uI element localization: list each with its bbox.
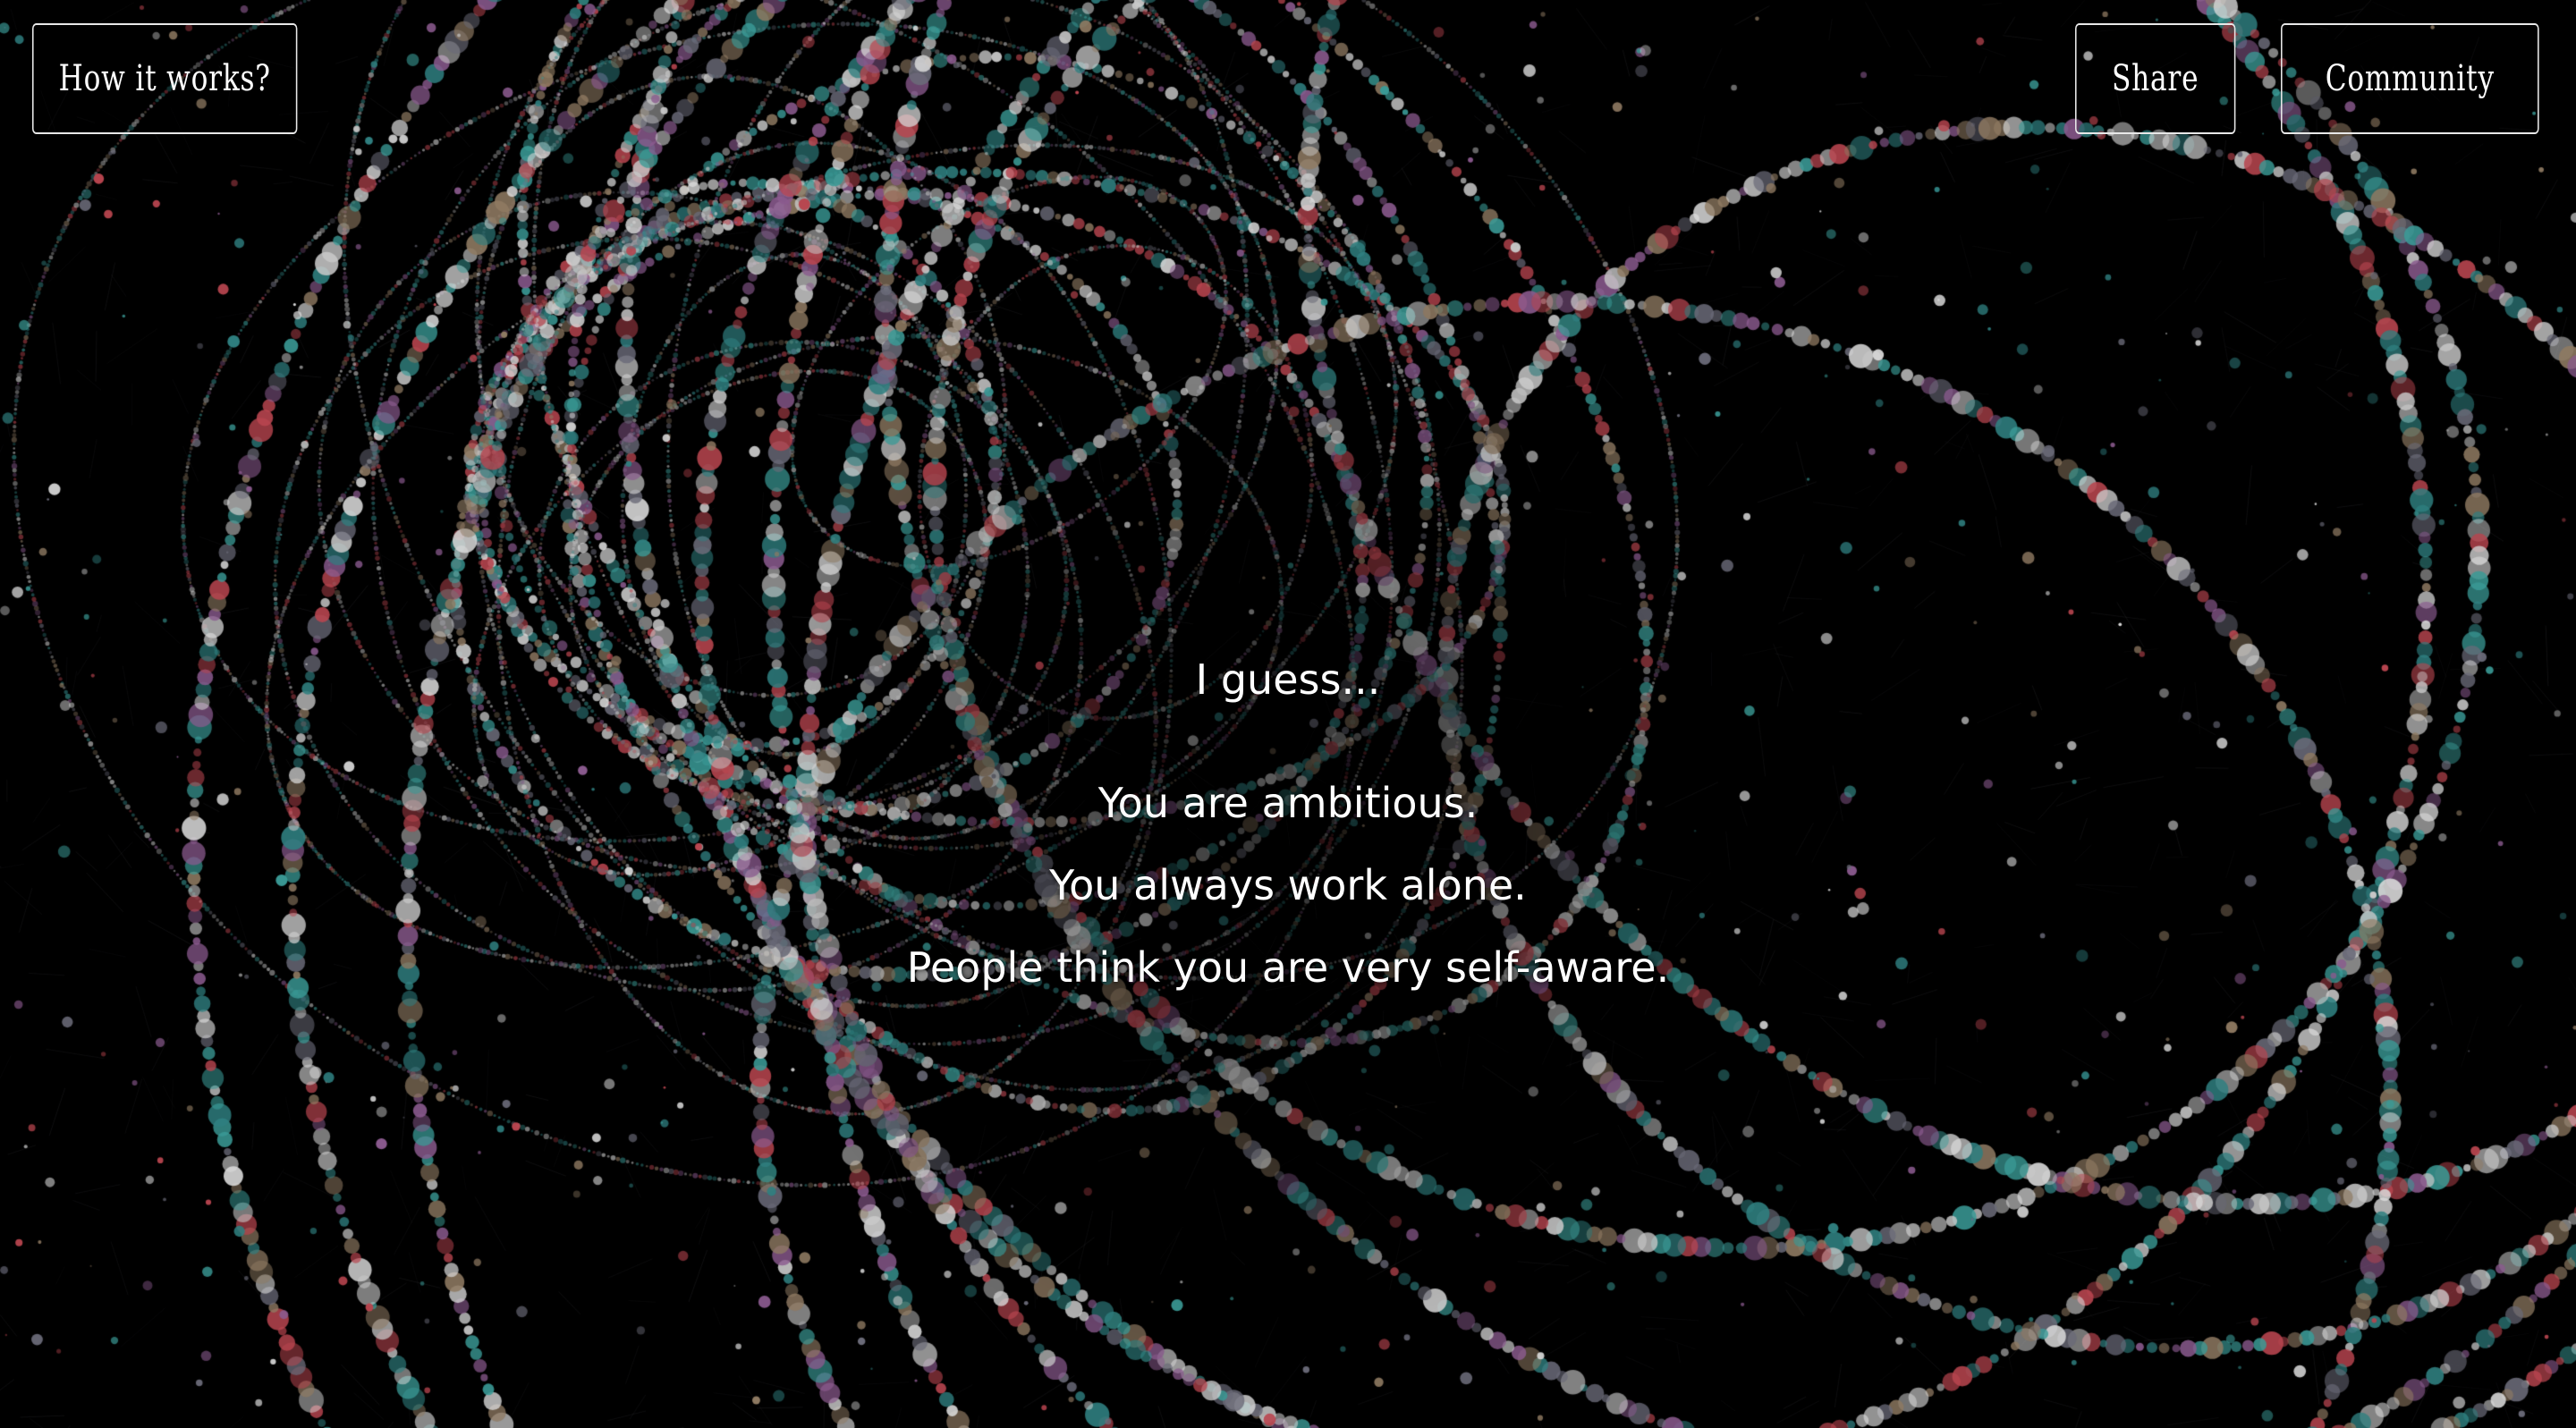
trait-line-1: You are ambitious.: [1097, 779, 1479, 827]
community-button[interactable]: Community: [2281, 23, 2539, 134]
how-it-works-label: How it works?: [58, 58, 271, 99]
trait-line-3: People think you are very self-aware.: [906, 943, 1670, 992]
generative-art-background: [0, 0, 2576, 1428]
share-label: Share: [2112, 58, 2199, 99]
share-button[interactable]: Share: [2075, 23, 2236, 134]
how-it-works-button[interactable]: How it works?: [32, 23, 298, 134]
community-label: Community: [2325, 58, 2495, 99]
result-intro: I guess...: [1195, 655, 1381, 704]
result-screen: How it works? Share Community I guess...…: [0, 0, 2576, 1428]
trait-line-2: You always work alone.: [1049, 861, 1527, 909]
